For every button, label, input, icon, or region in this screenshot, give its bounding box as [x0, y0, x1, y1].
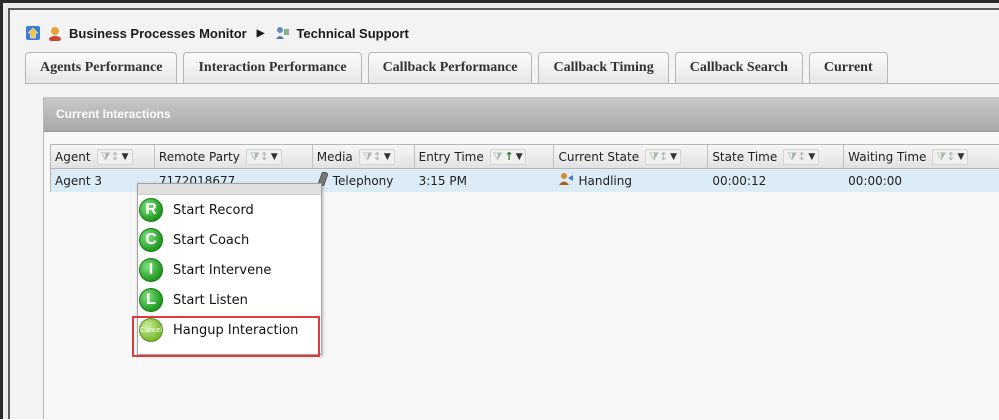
- context-menu-header: [138, 184, 321, 195]
- filter-sort-button[interactable]: ⧩↕ ▼: [358, 148, 395, 165]
- intervene-icon: I: [139, 258, 163, 282]
- menu-item-label: Start Listen: [173, 292, 248, 308]
- column-header-label: Current State: [558, 149, 640, 164]
- column-header-current-state[interactable]: Current State ⧩↕ ▼: [554, 145, 709, 168]
- column-header-label: Agent: [55, 149, 91, 164]
- record-icon: R: [139, 198, 163, 222]
- tab-callback-performance[interactable]: Callback Performance: [367, 52, 533, 83]
- menu-item-label: Start Coach: [173, 232, 250, 248]
- menu-item-start-record[interactable]: R Start Record: [138, 195, 321, 225]
- menu-item-start-listen[interactable]: L Start Listen: [138, 285, 321, 315]
- menu-item-label: Start Intervene: [173, 262, 272, 278]
- listen-icon: L: [139, 288, 163, 312]
- column-header-remote-party[interactable]: Remote Party ⧩↕ ▼: [155, 145, 313, 168]
- support-agent-icon: [274, 25, 290, 41]
- cell-waiting-time: 00:00:00: [848, 173, 903, 188]
- cell-current-state-label: Handling: [578, 173, 632, 188]
- filter-sort-button[interactable]: ⧩↕ ▼: [645, 148, 682, 165]
- column-header-label: Waiting Time: [848, 149, 927, 164]
- grid-header-row: Agent ⧩↕ ▼ Remote Party ⧩↕ ▼ Media ⧩↕ ▼ Ent…: [50, 144, 999, 169]
- filter-sort-button[interactable]: ⧩↕ ▼: [245, 148, 282, 165]
- home-icon[interactable]: [25, 25, 41, 41]
- cell-entry-time: 3:15 PM: [418, 173, 467, 188]
- tab-current[interactable]: Current: [808, 52, 888, 83]
- column-header-label: Entry Time: [418, 149, 484, 164]
- tab-agents-performance[interactable]: Agents Performance: [25, 52, 178, 83]
- cell-current-state: Handling: [554, 169, 708, 192]
- tab-divider: [25, 83, 999, 84]
- tab-bar: Agents Performance Interaction Performan…: [25, 50, 999, 83]
- column-header-label: Media: [316, 149, 353, 164]
- column-header-waiting-time[interactable]: Waiting Time ⧩↕ ▼: [844, 145, 999, 168]
- breadcrumb-item-technical-support[interactable]: Technical Support: [296, 26, 408, 41]
- filter-sort-button[interactable]: ⧩↕ ▼: [932, 148, 969, 165]
- handling-icon: [558, 172, 574, 189]
- column-header-label: State Time: [712, 149, 778, 164]
- column-header-agent[interactable]: Agent ⧩↕ ▼: [51, 145, 155, 168]
- menu-item-label: Start Record: [173, 202, 254, 218]
- filter-sort-button-active[interactable]: ⧩ ↑ ▼: [489, 148, 526, 165]
- panel-title: Current Interactions: [44, 97, 999, 131]
- menu-item-start-intervene[interactable]: I Start Intervene: [138, 255, 321, 285]
- tab-interaction-performance[interactable]: Interaction Performance: [183, 52, 362, 83]
- column-header-label: Remote Party: [158, 149, 240, 164]
- breadcrumb-item-bpm[interactable]: Business Processes Monitor: [69, 26, 247, 41]
- filter-sort-button[interactable]: ⧩↕ ▼: [96, 148, 133, 165]
- breadcrumb-separator: ▶: [256, 27, 265, 39]
- menu-item-start-coach[interactable]: C Start Coach: [138, 225, 321, 255]
- breadcrumb: Business Processes Monitor ▶ Technical S…: [25, 22, 999, 44]
- column-header-entry-time[interactable]: Entry Time ⧩ ↑ ▼: [415, 145, 555, 168]
- cell-media: Telephony: [313, 169, 415, 192]
- user-icon: [47, 25, 63, 41]
- coach-icon: C: [139, 228, 163, 252]
- highlight-box: [132, 316, 320, 357]
- cell-state-time: 00:00:12: [712, 173, 767, 188]
- tab-callback-timing[interactable]: Callback Timing: [538, 52, 669, 83]
- cell-media-label: Telephony: [332, 173, 394, 188]
- column-header-media[interactable]: Media ⧩↕ ▼: [313, 145, 415, 168]
- column-header-state-time[interactable]: State Time ⧩↕ ▼: [708, 145, 845, 168]
- tab-callback-search[interactable]: Callback Search: [674, 52, 803, 83]
- filter-sort-button[interactable]: ⧩↕ ▼: [783, 148, 820, 165]
